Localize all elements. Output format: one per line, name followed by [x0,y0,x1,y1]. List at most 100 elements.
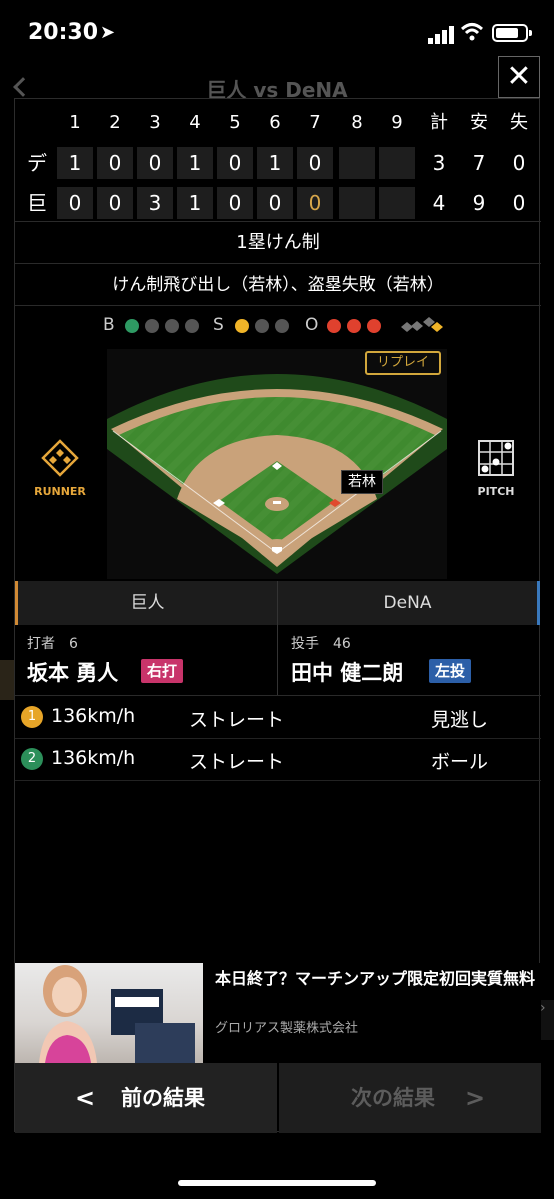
play-detail-modal: 123456789計安失 デ1001010370 巨0031000490 1塁け… [14,98,541,1133]
tab-home-team[interactable]: 巨人 [15,581,277,625]
runner-label: RUNNER [34,485,86,498]
pitch-list: 1 136km/h ストレート 見逃し 2 136km/h ストレート ボール [15,697,541,781]
ad-sponsor: グロリアス製薬株式会社 [215,1021,359,1036]
inning-score: 0 [308,151,322,175]
pitcher-name: 田中 健二朗 [291,661,404,685]
status-time: 20:30 [28,20,99,45]
ad-title[interactable]: 本日終了？マーチンアップ限定初回実質無料 [215,967,535,991]
previous-result-button[interactable]: < 前の結果 [15,1063,277,1133]
strike-dot [255,319,269,333]
wifi-icon [460,23,484,41]
divider [15,263,541,264]
home-indicator [178,1180,376,1186]
scoreboard-row-home: 巨0031000490 [15,183,541,223]
pitch-label: PITCH [477,485,515,498]
score-header-cell: 9 [391,112,403,133]
location-arrow-icon: ➤ [100,22,116,43]
pitch-button[interactable]: PITCH [461,439,531,499]
pitch-speed: 136km/h [51,705,136,727]
divider [15,305,541,306]
inning-score: 0 [108,151,122,175]
next-result-button[interactable]: 次の結果 > [279,1063,541,1133]
bases-mini-icon [401,317,443,332]
runner-button[interactable]: RUNNER [25,439,95,499]
batter-hand-badge: 右打 [141,659,184,683]
pitch-number: 1 [21,706,43,728]
pitch-type: ストレート [189,709,285,731]
chevron-left-icon: < [75,1084,96,1112]
matchup: 打者 6 坂本 勇人 右打 投手 46 田中 健二朗 左投 [15,625,541,695]
total-score: 0 [512,191,526,215]
inning-score: 1 [268,151,282,175]
previous-result-label: 前の結果 [121,1086,205,1110]
batter-role: 打者 6 [27,636,78,652]
ball-dot [185,319,199,333]
empty-inning-cell [339,147,375,179]
strike-label: S [213,315,224,335]
score-header-cell: 4 [189,112,201,133]
pitch-type: ストレート [189,751,285,773]
empty-inning-cell [379,187,415,219]
ball-dot [165,319,179,333]
battery-icon [492,24,532,42]
scoreboard-row-away: デ1001010370 [15,143,541,183]
divider [15,221,541,222]
empty-inning-cell [379,147,415,179]
total-score: 4 [432,191,446,215]
total-score: 7 [472,151,486,175]
play-description: けん制飛び出し（若林）、盗塁失敗（若林） [112,275,444,295]
ball-dot [145,319,159,333]
inning-score: 0 [228,191,242,215]
team-abbrev: デ [27,151,47,175]
chevron-right-icon: > [465,1084,486,1112]
score-header-cell: 8 [351,112,363,133]
inning-score: 3 [148,191,162,215]
runner-name-tag: 若林 [341,470,383,494]
replay-button[interactable]: リプレイ [365,351,441,375]
strike-dot [235,319,249,333]
scoreboard-header: 1 2 3 4 5 6 7 8 9 計 安 失 [15,103,541,143]
background-arrow: › [540,1000,554,1040]
close-button[interactable]: ✕ [498,56,540,98]
pitch-row[interactable]: 2 136km/h ストレート ボール [15,739,541,781]
pitcher-role: 投手 46 [291,636,351,652]
score-header-cell: 3 [149,112,161,133]
inning-score: 0 [108,191,122,215]
pitch-result: ボール [431,751,489,773]
ad-image [15,963,203,1063]
divider [15,695,541,696]
inning-score: 1 [188,151,202,175]
ball-count: B S O [15,313,541,339]
total-score: 9 [472,191,486,215]
pitch-number: 2 [21,748,43,770]
inning-score: 0 [268,191,282,215]
score-header-cell: 5 [229,112,241,133]
pitcher-hand-badge: 左投 [429,659,472,683]
advertisement[interactable]: 本日終了？マーチンアップ限定初回実質無料 グロリアス製薬株式会社 [15,963,541,1063]
baseball-field [107,349,447,579]
score-header-cell: 7 [309,112,321,133]
tab-away-team[interactable]: DeNA [278,581,540,625]
background-band [0,660,14,700]
inning-score: 0 [228,151,242,175]
signal-icon [428,26,454,44]
score-header-cell: 1 [69,112,81,133]
inning-score: 1 [188,191,202,215]
inning-score: 0 [68,191,82,215]
next-result-label: 次の結果 [351,1086,435,1110]
close-icon: ✕ [506,59,532,94]
inning-score: 0 [148,151,162,175]
result-navigation: < 前の結果 次の結果 > [15,1063,541,1133]
pitch-row[interactable]: 1 136km/h ストレート 見逃し [15,697,541,739]
batter-name: 坂本 勇人 [27,661,119,685]
score-header-cell: 6 [269,112,281,133]
play-title: 1塁けん制 [236,232,320,253]
pitch-speed: 136km/h [51,747,136,769]
strike-dot [275,319,289,333]
score-header-cell: 2 [109,112,121,133]
out-dot [367,319,381,333]
ball-label: B [103,315,115,335]
inning-score: 0 [308,191,322,215]
team-tabs: 巨人 DeNA [15,581,541,625]
out-dot [327,319,341,333]
